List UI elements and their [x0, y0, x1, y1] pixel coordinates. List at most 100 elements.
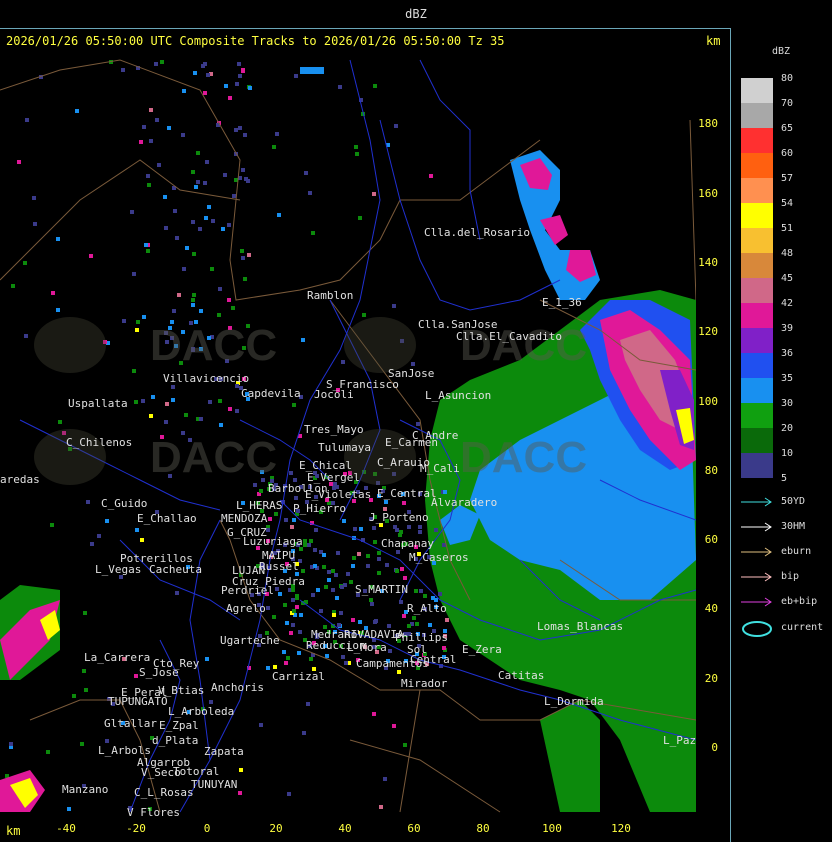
place-label: La_Carrera [84, 651, 150, 664]
place-label: Zapata [204, 745, 244, 758]
track-legend-item: eb+bip [741, 596, 817, 610]
x-tick-label: -20 [126, 822, 146, 835]
legend-value: 36 [781, 348, 794, 359]
place-label: L_Arboleda [168, 705, 234, 718]
legend-swatch [741, 203, 773, 228]
legend-swatch [741, 128, 773, 153]
place-label: V_Flores [127, 806, 180, 816]
place-label: TUNUYAN [191, 778, 237, 791]
place-label: Ramblon [307, 289, 353, 302]
place-label: Villavicencio [163, 372, 249, 385]
place-label: E_Challao [137, 512, 197, 525]
place-label: M_Cali [420, 462, 460, 475]
place-label: TUPUNGATO [108, 695, 168, 708]
legend-value: 57 [781, 173, 794, 184]
x-tick-label: 40 [338, 822, 352, 835]
y-tick-label: 120 [698, 325, 718, 338]
place-label: L_Mora [347, 641, 387, 654]
legend-swatch [741, 78, 773, 103]
place-label: d_Plata [152, 734, 198, 747]
place-label: Tulumaya [318, 441, 371, 454]
place-label: L_Dormida [544, 695, 604, 708]
place-label: Clla.del_Rosario [424, 226, 530, 239]
map-subtitle: 2026/01/26 05:50:00 UTC Composite Tracks… [6, 34, 505, 48]
place-label: Ugarteche [220, 634, 280, 647]
legend-value: 54 [781, 198, 794, 209]
y-tick-label: 100 [698, 395, 718, 408]
y-tick-label: 80 [704, 464, 718, 477]
y-tick-label: 40 [704, 602, 718, 615]
place-label: Lomas_Blancas [537, 620, 623, 633]
place-label: E_Violetas [305, 488, 371, 501]
place-label: E_Zera [462, 643, 502, 656]
radar-map[interactable]: DACC DACCDACC DACC Clla.del_RosarioRamblon… [0, 54, 696, 816]
legend-value: 42 [781, 298, 794, 309]
legend-title: dBZ [772, 46, 791, 57]
current-legend-item: current [741, 620, 823, 643]
y-tick-label: 60 [704, 533, 718, 546]
place-label: Anchoris [211, 681, 264, 694]
legend-swatch [741, 253, 773, 278]
place-label: C_Guido [101, 497, 147, 510]
legend-value: 39 [781, 323, 794, 334]
place-label: M_Caseros [409, 551, 469, 564]
legend-value: 45 [781, 273, 794, 284]
place-label: aredas [0, 473, 40, 486]
x-tick-label: 80 [476, 822, 490, 835]
place-label: Alvaradero [431, 496, 497, 509]
place-label: Carrizal [272, 670, 325, 683]
legend-swatch [741, 328, 773, 353]
legend-value: 35 [781, 373, 794, 384]
legend-value: 10 [781, 448, 794, 459]
place-label: Tres_Mayo [304, 423, 364, 436]
place-label: Clla.El_Cavadito [456, 330, 562, 343]
x-tick-label: 60 [407, 822, 421, 835]
place-label: E_Carmen [385, 436, 438, 449]
place-label: Jocoli [314, 388, 354, 401]
track-legend-item: bip [741, 571, 799, 585]
y-tick-label: 0 [711, 741, 718, 754]
place-label: Agrelo [226, 602, 266, 615]
place-label: Chapanay [381, 537, 434, 550]
place-label: V_Seco [141, 766, 181, 779]
place-label: L_Vegas [95, 563, 141, 576]
legend-value: 48 [781, 248, 794, 259]
place-label: Capdevila [241, 387, 301, 400]
legend-swatch [741, 103, 773, 128]
place-label: P_Hierro [293, 502, 346, 515]
legend-value: 65 [781, 123, 794, 134]
y-tick-label: 180 [698, 117, 718, 130]
place-label: L_Asuncion [425, 389, 491, 402]
legend-swatch [741, 353, 773, 378]
track-arrow-icon [741, 572, 772, 582]
place-label: R_Alto [407, 602, 447, 615]
track-arrow-icon [741, 597, 772, 607]
x-tick-label: 120 [611, 822, 631, 835]
legend-swatch [741, 228, 773, 253]
legend-value: 5 [781, 473, 788, 484]
legend-value: 51 [781, 223, 794, 234]
legend-swatch [741, 378, 773, 403]
y-tick-label: 20 [704, 672, 718, 685]
window-title: dBZ [0, 0, 832, 29]
track-arrow-icon [741, 497, 772, 507]
place-label: Cacheuta [149, 563, 202, 576]
legend-value: 30 [781, 398, 794, 409]
place-label: E_Central [377, 487, 437, 500]
track-arrow-icon [741, 547, 772, 557]
place-label: SanJose [388, 367, 434, 380]
legend-value: 60 [781, 148, 794, 159]
legend-swatch [741, 403, 773, 428]
place-label: Manzano [62, 783, 108, 796]
axis-unit-bottom: km [6, 824, 21, 838]
track-legend-item: 50YD [741, 496, 805, 510]
place-label: S_MARTIN [355, 583, 408, 596]
place-label: L_HERAS [236, 499, 282, 512]
legend-swatch [741, 278, 773, 303]
place-label: MENDOZA [221, 512, 268, 525]
track-legend-item: 30HM [741, 521, 805, 535]
x-tick-label: 100 [542, 822, 562, 835]
place-label: C_L_Rosas [134, 786, 194, 799]
legend-swatch [741, 178, 773, 203]
place-label: L_Paz [663, 734, 696, 747]
